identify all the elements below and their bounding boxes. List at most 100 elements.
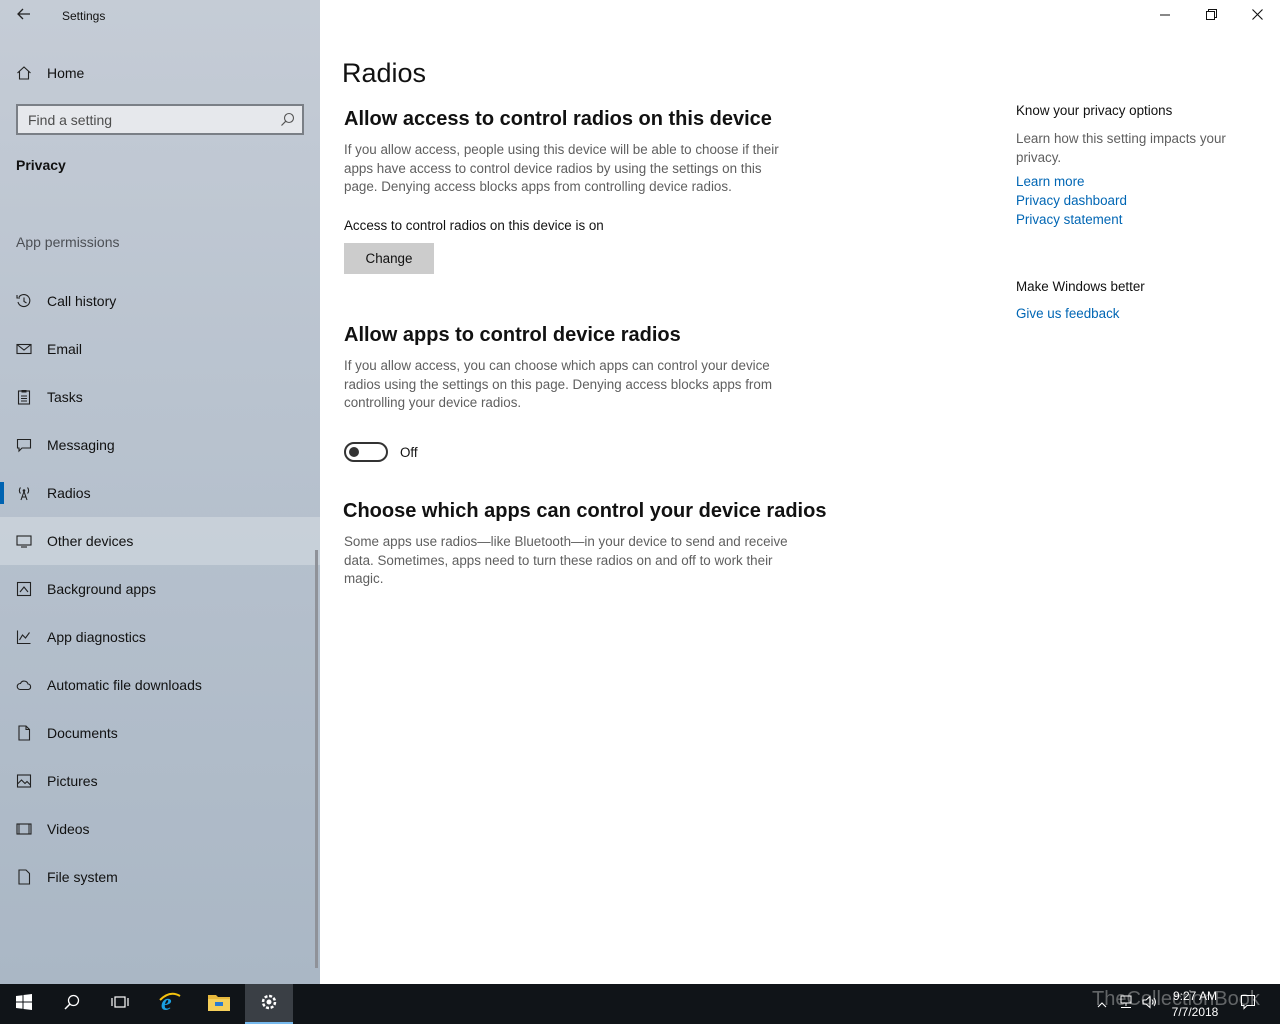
file-system-icon: [16, 869, 32, 885]
radio-tower-icon: [16, 485, 32, 501]
give-feedback-link[interactable]: Give us feedback: [1016, 306, 1119, 321]
sidebar-item-label: File system: [47, 869, 118, 885]
email-icon: [16, 341, 32, 357]
sidebar-item-automatic-file-downloads[interactable]: Automatic file downloads: [0, 661, 320, 709]
taskbar-clock[interactable]: 9:27 AM 7/7/2018: [1162, 988, 1228, 1020]
internet-explorer-icon: e: [158, 990, 182, 1019]
home-nav-item[interactable]: Home: [0, 56, 320, 90]
search-box[interactable]: [16, 104, 304, 135]
sidebar: Settings Home Privacy App permissions Ca…: [0, 0, 320, 984]
videos-icon: [16, 821, 32, 837]
privacy-options-description: Learn how this setting impacts your priv…: [1016, 131, 1226, 165]
change-button[interactable]: Change: [344, 243, 434, 274]
sidebar-item-videos[interactable]: Videos: [0, 805, 320, 853]
sidebar-item-label: Messaging: [47, 437, 115, 453]
make-windows-better-title: Make Windows better: [1016, 279, 1145, 294]
chevron-up-icon: [1097, 995, 1107, 1013]
action-center-button[interactable]: [1236, 984, 1260, 1024]
sidebar-item-label: Background apps: [47, 581, 156, 597]
app-diagnostics-icon: [16, 629, 32, 645]
sidebar-item-documents[interactable]: Documents: [0, 709, 320, 757]
settings-gear-icon: [259, 992, 279, 1017]
minimize-icon: [1160, 7, 1170, 25]
privacy-statement-link[interactable]: Privacy statement: [1016, 212, 1122, 227]
settings-taskbar-button[interactable]: [245, 984, 293, 1024]
search-input[interactable]: [18, 106, 268, 133]
sidebar-item-label: Documents: [47, 725, 118, 741]
sidebar-item-file-system[interactable]: File system: [0, 853, 320, 901]
file-explorer-icon: [207, 992, 231, 1017]
taskbar-search-button[interactable]: [48, 984, 96, 1024]
sidebar-item-label: Email: [47, 341, 83, 357]
sidebar-item-call-history[interactable]: Call history: [0, 277, 320, 325]
restore-icon: [1205, 7, 1217, 25]
close-button[interactable]: [1234, 0, 1280, 32]
privacy-options-title: Know your privacy options: [1016, 103, 1173, 118]
messaging-icon: [16, 437, 32, 453]
apps-access-toggle[interactable]: [344, 442, 388, 462]
home-label: Home: [47, 65, 85, 81]
section-title: Privacy: [16, 157, 66, 173]
sidebar-item-messaging[interactable]: Messaging: [0, 421, 320, 469]
show-hidden-icons-button[interactable]: [1090, 984, 1114, 1024]
file-explorer-button[interactable]: [195, 984, 243, 1024]
choose-apps-heading: Choose which apps can control your devic…: [343, 500, 827, 522]
close-icon: [1251, 7, 1263, 25]
restore-button[interactable]: [1188, 0, 1234, 32]
sidebar-item-tasks[interactable]: Tasks: [0, 373, 320, 421]
app-title: Settings: [62, 9, 106, 23]
main-content: Radios Allow access to control radios on…: [320, 0, 1280, 984]
task-view-button[interactable]: [96, 984, 144, 1024]
document-icon: [16, 725, 32, 741]
apps-access-description: If you allow access, you can choose whic…: [344, 358, 772, 411]
cloud-icon: [16, 677, 32, 693]
search-icon[interactable]: [280, 112, 295, 132]
sidebar-item-background-apps[interactable]: Background apps: [0, 565, 320, 613]
volume-button[interactable]: [1138, 984, 1162, 1024]
taskbar: e TheCollectionBook 9:27 AM 7/7/2018: [0, 984, 1280, 1024]
nav-list: Call history Email Tasks Messaging Radio…: [0, 277, 320, 901]
home-icon: [16, 65, 32, 86]
pictures-icon: [16, 773, 32, 789]
sidebar-item-app-diagnostics[interactable]: App diagnostics: [0, 613, 320, 661]
clock-date: 7/7/2018: [1171, 1005, 1219, 1019]
sidebar-item-other-devices[interactable]: Other devices: [0, 517, 320, 565]
sidebar-item-label: Other devices: [47, 533, 134, 549]
start-button[interactable]: [0, 984, 48, 1024]
privacy-dashboard-link[interactable]: Privacy dashboard: [1016, 193, 1127, 208]
start-icon: [16, 993, 32, 1015]
call-history-icon: [16, 293, 32, 309]
back-arrow-icon: [17, 7, 31, 25]
task-view-icon: [111, 994, 129, 1015]
sidebar-item-label: Videos: [47, 821, 90, 837]
sidebar-item-label: Radios: [47, 485, 91, 501]
toggle-knob: [349, 447, 359, 457]
network-icon: [1118, 995, 1134, 1014]
device-access-description: If you allow access, people using this d…: [344, 142, 779, 195]
sidebar-item-pictures[interactable]: Pictures: [0, 757, 320, 805]
clock-time: 9:27 AM: [1172, 989, 1218, 1003]
background-apps-icon: [16, 581, 32, 597]
sidebar-item-label: Pictures: [47, 773, 98, 789]
device-access-status: Access to control radios on this device …: [344, 218, 604, 233]
speaker-icon: [1142, 994, 1158, 1014]
page-title: Radios: [342, 58, 427, 88]
network-button[interactable]: [1114, 984, 1138, 1024]
sidebar-item-label: Call history: [47, 293, 117, 309]
tasks-icon: [16, 389, 32, 405]
sidebar-item-label: Automatic file downloads: [47, 677, 202, 693]
search-icon: [64, 994, 80, 1015]
back-button[interactable]: [10, 4, 38, 28]
sidebar-scrollbar[interactable]: [315, 550, 318, 968]
apps-access-heading: Allow apps to control device radios: [344, 324, 681, 346]
title-bar: Settings: [0, 0, 320, 32]
sidebar-item-email[interactable]: Email: [0, 325, 320, 373]
sidebar-item-label: App diagnostics: [47, 629, 146, 645]
learn-more-link[interactable]: Learn more: [1016, 174, 1084, 189]
internet-explorer-button[interactable]: e: [146, 984, 194, 1024]
group-label: App permissions: [16, 234, 120, 250]
notification-icon: [1240, 994, 1256, 1015]
sidebar-item-radios[interactable]: Radios: [0, 469, 320, 517]
toggle-state-label: Off: [400, 445, 418, 460]
minimize-button[interactable]: [1142, 0, 1188, 32]
